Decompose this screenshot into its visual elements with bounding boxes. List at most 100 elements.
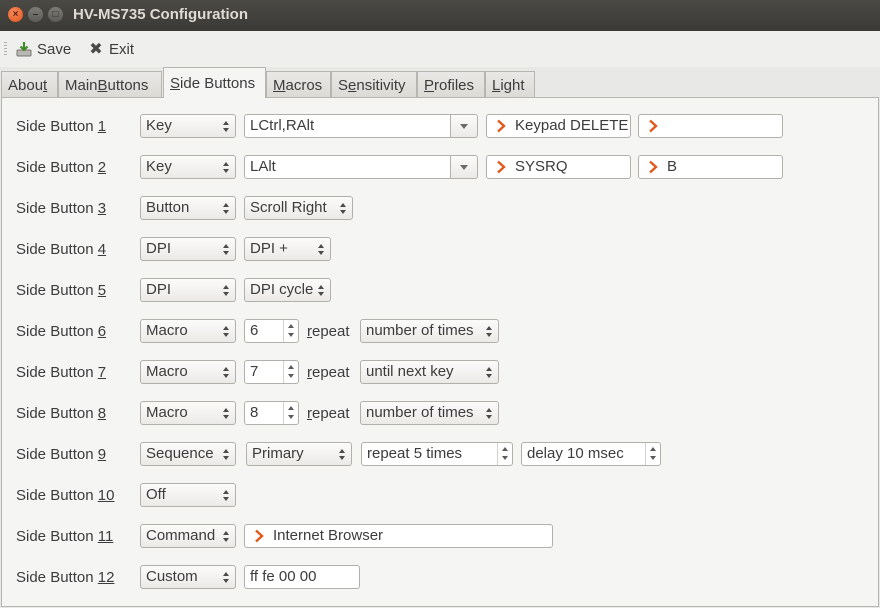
chevron-down-icon[interactable] [450, 114, 478, 138]
custom-hex-input[interactable]: ff fe 00 00 [244, 565, 360, 589]
action-type-select[interactable]: Key [140, 114, 236, 138]
side-button-row-12: Side Button 12 Custom ff fe 00 00 [2, 565, 880, 591]
repeat-mode-select[interactable]: until next key [360, 360, 499, 384]
updown-arrows-icon [486, 323, 494, 339]
repeat-mode-select[interactable]: number of times [360, 319, 499, 343]
side-buttons-panel: Side Button 1 Key LCtrl,RAlt Keypad DELE… [1, 97, 879, 607]
spin-arrows-icon[interactable] [283, 361, 298, 383]
toolbar-grip[interactable] [4, 42, 7, 56]
repeat-label: repeat [307, 405, 350, 422]
chevron-right-icon [497, 160, 506, 174]
title-bar: × – □ HV-MS735 Configuration [0, 0, 880, 31]
side-button-label: Side Button 10 [16, 487, 115, 504]
spin-arrows-icon[interactable] [497, 443, 512, 465]
exit-button[interactable]: ✖ Exit [88, 37, 134, 61]
side-button-label: Side Button 8 [16, 405, 107, 422]
action-type-select[interactable]: Off [140, 483, 236, 507]
minimize-window-button[interactable]: – [28, 7, 43, 22]
repeat-label: repeat [307, 364, 350, 381]
maximize-window-button[interactable]: □ [48, 7, 63, 22]
updown-arrows-icon [223, 569, 231, 585]
updown-arrows-icon [318, 282, 326, 298]
updown-arrows-icon [223, 405, 231, 421]
updown-arrows-icon [223, 159, 231, 175]
side-button-row-10: Side Button 10 Off [2, 483, 880, 509]
exit-label: Exit [109, 40, 135, 58]
chevron-right-icon [649, 160, 658, 174]
action-type-select[interactable]: Custom [140, 565, 236, 589]
save-icon [16, 42, 32, 57]
modifiers-input[interactable]: LAlt [244, 155, 451, 179]
dpi-action-select[interactable]: DPI + [244, 237, 331, 261]
side-button-row-6: Side Button 6 Macro 6 repeat number of t… [2, 319, 880, 345]
action-type-select[interactable]: Macro [140, 319, 236, 343]
action-type-select[interactable]: Key [140, 155, 236, 179]
exit-icon: ✖ [89, 41, 103, 58]
modifiers-input[interactable]: LCtrl,RAlt [244, 114, 451, 138]
button-action-select[interactable]: Scroll Right [244, 196, 353, 220]
updown-arrows-icon [223, 446, 231, 462]
key2-field[interactable]: B [638, 155, 783, 179]
updown-arrows-icon [223, 487, 231, 503]
action-type-select[interactable]: Command [140, 524, 236, 548]
updown-arrows-icon [223, 528, 231, 544]
updown-arrows-icon [223, 241, 231, 257]
spin-arrows-icon[interactable] [283, 320, 298, 342]
chevron-right-icon [649, 119, 658, 133]
tab-side-buttons[interactable]: Side Buttons [163, 67, 266, 98]
chevron-down-icon[interactable] [450, 155, 478, 179]
action-type-select[interactable]: Sequence [140, 442, 236, 466]
key1-field[interactable]: Keypad DELETE [486, 114, 631, 138]
toolbar: Save ✖ Exit [0, 31, 880, 67]
macro-number-spinner[interactable]: 7 [244, 360, 299, 384]
side-button-label: Side Button 7 [16, 364, 107, 381]
action-type-select[interactable]: Macro [140, 360, 236, 384]
updown-arrows-icon [486, 364, 494, 380]
side-button-row-5: Side Button 5 DPI DPI cycle [2, 278, 880, 304]
macro-number-spinner[interactable]: 6 [244, 319, 299, 343]
updown-arrows-icon [486, 405, 494, 421]
tab-profiles[interactable]: Profiles [417, 71, 485, 98]
side-button-label: Side Button 11 [16, 528, 114, 545]
side-button-label: Side Button 2 [16, 159, 107, 176]
modifiers-combo[interactable]: LCtrl,RAlt [244, 114, 478, 138]
save-button[interactable]: Save [16, 37, 71, 61]
tab-about[interactable]: Abou t [1, 71, 58, 98]
macro-number-spinner[interactable]: 8 [244, 401, 299, 425]
repeat-mode-select[interactable]: number of times [360, 401, 499, 425]
command-field[interactable]: Internet Browser [244, 524, 553, 548]
key2-field[interactable] [638, 114, 783, 138]
action-type-select[interactable]: Macro [140, 401, 236, 425]
action-type-select[interactable]: DPI [140, 278, 236, 302]
action-type-select[interactable]: Button [140, 196, 236, 220]
close-window-button[interactable]: × [8, 7, 23, 22]
side-button-row-2: Side Button 2 Key LAlt SYSRQ B [2, 155, 880, 181]
tab-macros[interactable]: Macros [266, 71, 331, 98]
repeat-times-spinner[interactable]: repeat 5 times [361, 442, 513, 466]
tab-light[interactable]: Light [485, 71, 535, 98]
updown-arrows-icon [223, 364, 231, 380]
updown-arrows-icon [340, 200, 348, 216]
side-button-label: Side Button 5 [16, 282, 107, 299]
action-type-select[interactable]: DPI [140, 237, 236, 261]
side-button-label: Side Button 6 [16, 323, 107, 340]
delay-spinner[interactable]: delay 10 msec [521, 442, 661, 466]
save-label: Save [37, 40, 72, 58]
chevron-right-icon [497, 119, 506, 133]
side-button-label: Side Button 9 [16, 446, 107, 463]
updown-arrows-icon [339, 446, 347, 462]
dpi-action-select[interactable]: DPI cycle [244, 278, 331, 302]
side-button-row-1: Side Button 1 Key LCtrl,RAlt Keypad DELE… [2, 114, 880, 140]
sequence-select[interactable]: Primary [246, 442, 352, 466]
spin-arrows-icon[interactable] [283, 402, 298, 424]
spin-arrows-icon[interactable] [645, 443, 660, 465]
tab-main-buttons[interactable]: Main Buttons [58, 71, 162, 98]
updown-arrows-icon [223, 323, 231, 339]
side-button-row-9: Side Button 9 Sequence Primary repeat 5 … [2, 442, 880, 468]
side-button-row-4: Side Button 4 DPI DPI + [2, 237, 880, 263]
side-button-label: Side Button 12 [16, 569, 115, 586]
tab-sensitivity[interactable]: Se nsitivity [331, 71, 417, 98]
modifiers-combo[interactable]: LAlt [244, 155, 478, 179]
window-title: HV-MS735 Configuration [73, 6, 249, 23]
key1-field[interactable]: SYSRQ [486, 155, 631, 179]
